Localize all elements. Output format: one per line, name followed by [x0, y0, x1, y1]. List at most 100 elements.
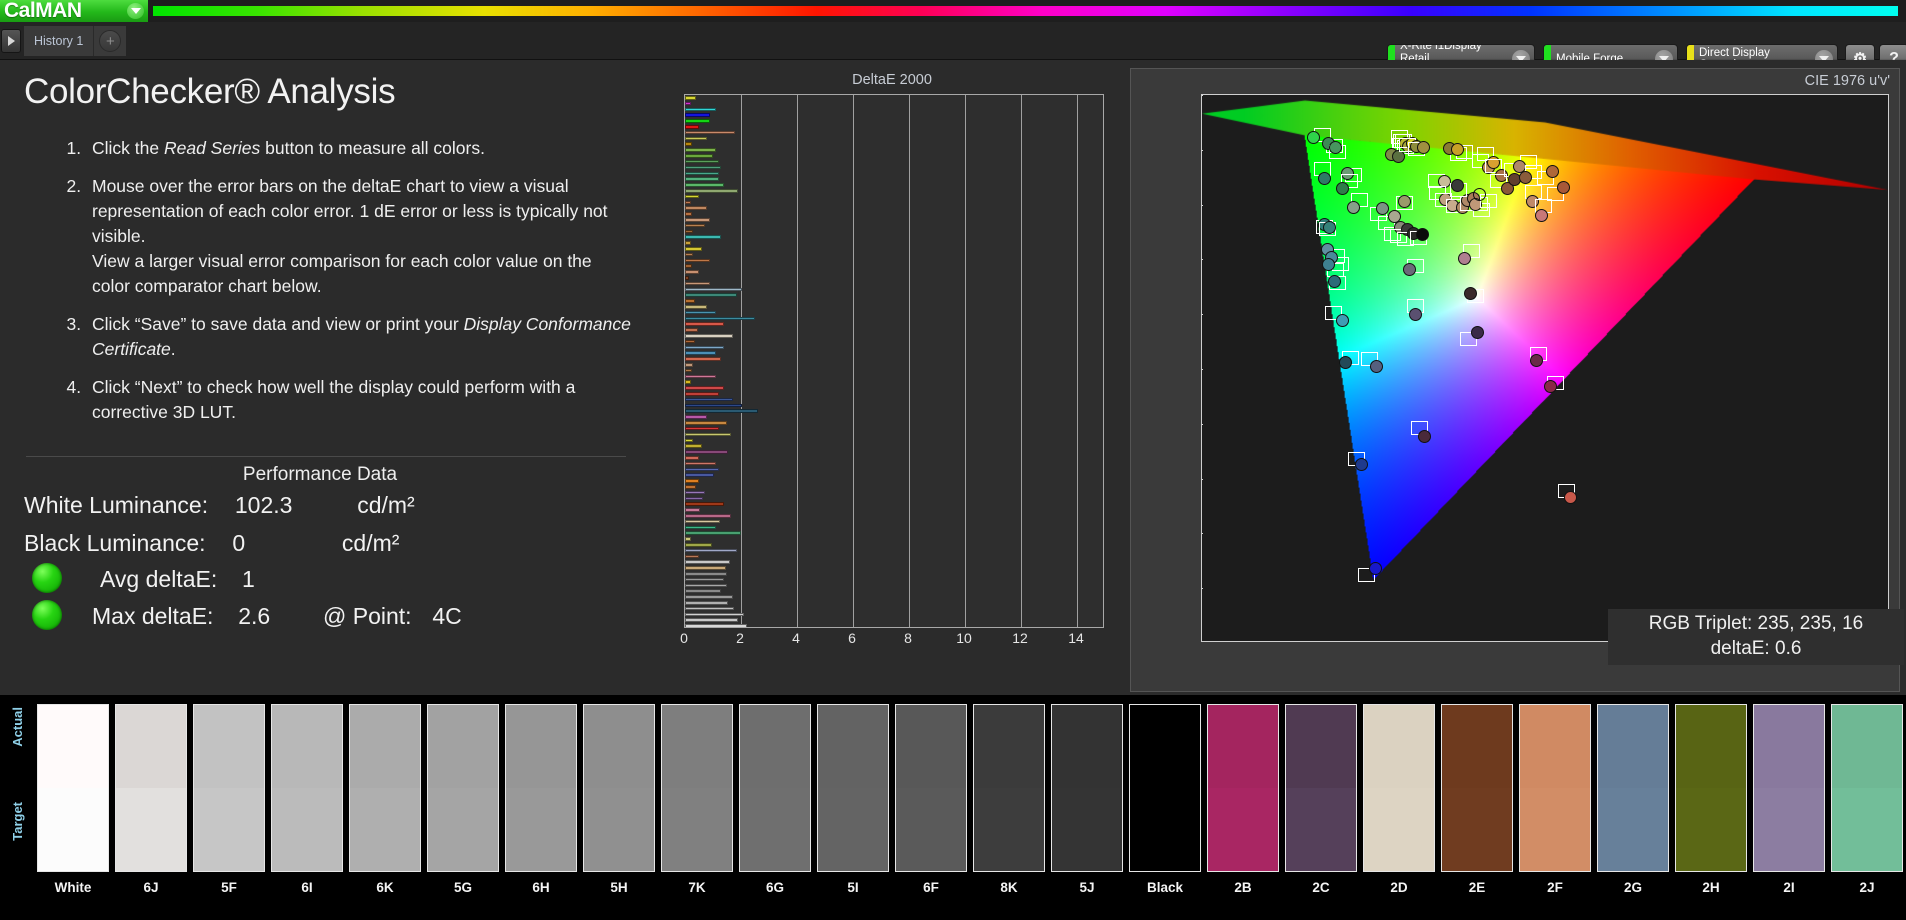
deltae-bar[interactable]	[685, 259, 710, 263]
swatch-cell[interactable]: Black	[1126, 704, 1204, 919]
add-tab-button[interactable]: +	[94, 26, 126, 56]
deltae-bar[interactable]	[685, 386, 724, 390]
deltae-bar[interactable]	[685, 230, 693, 234]
deltae-bar[interactable]	[685, 439, 693, 443]
swatch-cell[interactable]: 2D	[1360, 704, 1438, 919]
swatch-cell[interactable]: 5G	[424, 704, 502, 919]
deltae-bar[interactable]	[685, 328, 698, 332]
deltae-bar[interactable]	[685, 363, 693, 367]
deltae-bar[interactable]	[685, 166, 721, 170]
deltae-bar[interactable]	[685, 212, 692, 216]
deltae-bar[interactable]	[685, 108, 716, 112]
deltae-bar[interactable]	[685, 102, 691, 106]
deltae-bar[interactable]	[685, 299, 695, 303]
deltae-bar[interactable]	[685, 189, 738, 193]
deltae-bar[interactable]	[685, 311, 716, 315]
swatch-cell[interactable]: 8K	[970, 704, 1048, 919]
swatch-cell[interactable]: 5F	[190, 704, 268, 919]
swatch-cell[interactable]: 6H	[502, 704, 580, 919]
deltae-bar[interactable]	[685, 444, 702, 448]
swatch-cell[interactable]: 2C	[1282, 704, 1360, 919]
deltae-bar[interactable]	[685, 537, 691, 541]
deltae-bar[interactable]	[685, 433, 731, 437]
deltae-bar[interactable]	[685, 595, 733, 599]
deltae-bar[interactable]	[685, 177, 719, 181]
deltae-bar[interactable]	[685, 601, 728, 605]
deltae-bar[interactable]	[685, 305, 707, 309]
deltae-bar[interactable]	[685, 172, 719, 176]
swatch-cell[interactable]: 2F	[1516, 704, 1594, 919]
deltae-bar[interactable]	[685, 479, 699, 483]
deltae-bar[interactable]	[685, 456, 699, 460]
deltae-bar[interactable]	[685, 357, 721, 361]
cie-measured-marker[interactable]	[1403, 263, 1416, 276]
cie-measured-marker[interactable]	[1464, 287, 1477, 300]
cie-measured-marker[interactable]	[1544, 380, 1557, 393]
app-logo[interactable]: CalMAN	[0, 0, 148, 22]
deltae-bar[interactable]	[685, 270, 699, 274]
deltae-bar[interactable]	[685, 514, 731, 518]
deltae-bar[interactable]	[685, 572, 727, 576]
deltae-bar[interactable]	[685, 346, 724, 350]
deltae-bar[interactable]	[685, 206, 707, 210]
swatch-cell[interactable]: 2G	[1594, 704, 1672, 919]
deltae-bar[interactable]	[685, 613, 744, 617]
swatch-cell[interactable]: 6I	[268, 704, 346, 919]
deltae-bar[interactable]	[685, 288, 742, 292]
deltae-bar[interactable]	[685, 502, 724, 506]
cie-measured-marker[interactable]	[1369, 562, 1382, 575]
deltae-bar[interactable]	[685, 380, 691, 384]
cie-measured-marker[interactable]	[1355, 458, 1368, 471]
cie-measured-marker[interactable]	[1530, 354, 1543, 367]
deltae-bar[interactable]	[685, 526, 716, 530]
deltae-bar[interactable]	[685, 293, 737, 297]
deltae-bar[interactable]	[685, 137, 707, 141]
cie-chart[interactable]: CIE 1976 u'v' 0.10.150.20.250.30.350.40.…	[1130, 68, 1900, 692]
deltae-bar[interactable]	[685, 555, 699, 559]
deltae-bar[interactable]	[685, 241, 691, 245]
deltae-bar[interactable]	[685, 578, 724, 582]
deltae-bar[interactable]	[685, 183, 724, 187]
swatch-cell[interactable]: 5H	[580, 704, 658, 919]
deltae-bar[interactable]	[685, 409, 758, 413]
deltae-bar[interactable]	[685, 160, 719, 164]
cie-measured-marker[interactable]	[1328, 275, 1341, 288]
deltae-bar[interactable]	[685, 351, 716, 355]
deltae-bar[interactable]	[685, 584, 727, 588]
deltae-plot-area[interactable]	[684, 94, 1104, 628]
deltae-bar[interactable]	[685, 96, 696, 100]
deltae-bar[interactable]	[685, 253, 693, 257]
swatch-cell[interactable]: 6G	[736, 704, 814, 919]
deltae-bar[interactable]	[685, 404, 742, 408]
deltae-bar[interactable]	[685, 566, 726, 570]
deltae-bar[interactable]	[685, 340, 695, 344]
deltae-bar[interactable]	[685, 142, 692, 146]
deltae-bar[interactable]	[685, 322, 724, 326]
deltae-bar[interactable]	[685, 131, 735, 135]
cie-measured-marker[interactable]	[1318, 172, 1331, 185]
deltae-bar[interactable]	[685, 201, 691, 205]
cie-measured-marker[interactable]	[1519, 171, 1532, 184]
cie-measured-marker[interactable]	[1336, 182, 1349, 195]
tab-history-1[interactable]: History 1	[24, 26, 94, 56]
deltae-bar[interactable]	[685, 491, 705, 495]
deltae-bar[interactable]	[685, 154, 713, 158]
deltae-bar[interactable]	[685, 415, 707, 419]
deltae-bar[interactable]	[685, 247, 702, 251]
deltae-bar[interactable]	[685, 468, 719, 472]
deltae-bar[interactable]	[685, 369, 692, 373]
deltae-bar[interactable]	[685, 450, 728, 454]
deltae-bar[interactable]	[685, 560, 730, 564]
deltae-bar[interactable]	[685, 485, 696, 489]
deltae-bar[interactable]	[685, 224, 705, 228]
cie-measured-marker[interactable]	[1409, 308, 1422, 321]
deltae-bar[interactable]	[685, 497, 703, 501]
swatch-cell[interactable]: 5I	[814, 704, 892, 919]
deltae-bar[interactable]	[685, 317, 755, 321]
cie-plot-area[interactable]: 0.10.150.20.250.30.350.40.450.50.550.60.…	[1201, 94, 1889, 642]
cie-measured-marker[interactable]	[1416, 228, 1429, 241]
deltae-chart[interactable]: DeltaE 2000 02468101214	[662, 72, 1122, 692]
deltae-bar[interactable]	[685, 618, 738, 622]
swatch-cell[interactable]: 2H	[1672, 704, 1750, 919]
swatch-cell[interactable]: 6J	[112, 704, 190, 919]
